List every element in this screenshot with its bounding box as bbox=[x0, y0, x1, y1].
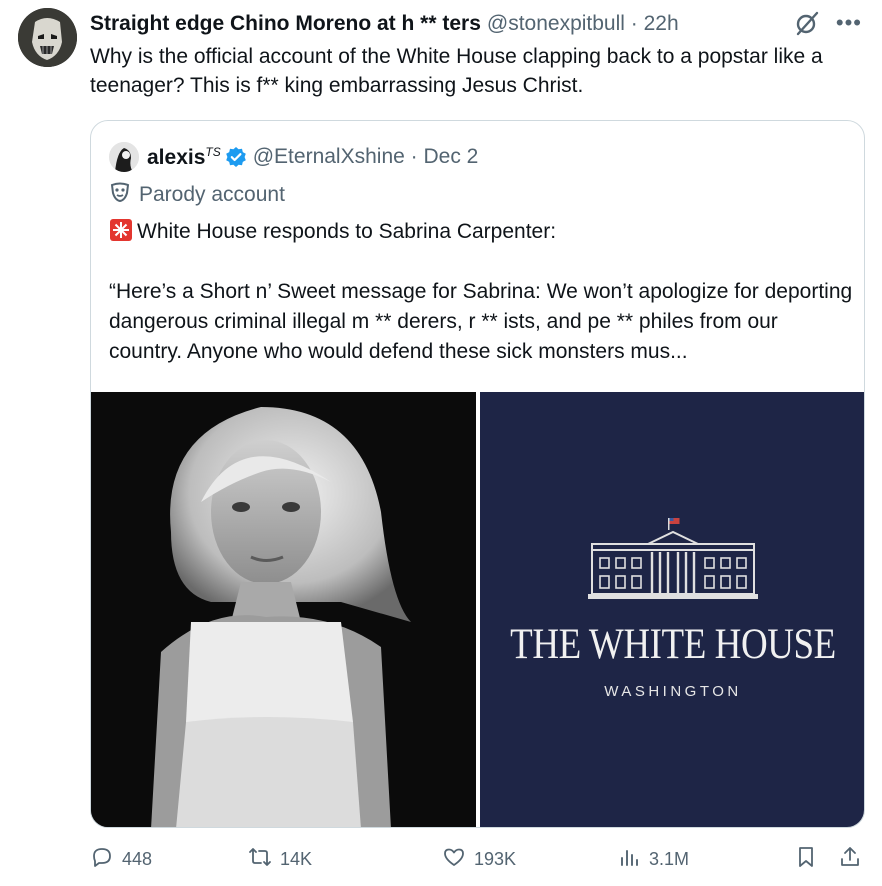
quoted-author-handle[interactable]: @EternalXshine bbox=[253, 145, 405, 169]
quoted-media[interactable]: THE WHITE HOUSE WASHINGTON bbox=[91, 392, 864, 827]
action-bar: 448 14K 193K 3.1M bbox=[90, 842, 865, 876]
reply-icon bbox=[90, 845, 114, 874]
portrait-photo[interactable] bbox=[91, 392, 476, 827]
quoted-line-1: White House responds to Sabrina Carpente… bbox=[109, 217, 854, 247]
bookmark-icon bbox=[794, 845, 818, 874]
like-icon bbox=[442, 845, 466, 874]
like-button[interactable]: 193K bbox=[442, 842, 516, 876]
quoted-post[interactable]: alexisTS @EternalXshine · Dec 2 Parody a… bbox=[90, 120, 865, 828]
post[interactable]: Straight edge Chino Moreno at h ** ters … bbox=[0, 0, 882, 886]
post-time[interactable]: 22h bbox=[644, 12, 679, 36]
parody-mask-icon bbox=[109, 181, 139, 209]
repost-button[interactable]: 14K bbox=[248, 842, 312, 876]
quoted-author-name[interactable]: alexisTS bbox=[147, 145, 221, 170]
author-avatar[interactable] bbox=[18, 8, 77, 67]
separator: · bbox=[630, 12, 638, 35]
share-button[interactable] bbox=[838, 842, 862, 876]
quoted-line-1-text: White House responds to Sabrina Carpente… bbox=[137, 220, 557, 243]
post-text: Why is the official account of the White… bbox=[90, 45, 823, 97]
author-handle[interactable]: @stonexpitbull bbox=[487, 12, 625, 36]
views-button[interactable]: 3.1M bbox=[617, 842, 689, 876]
siren-icon bbox=[109, 218, 133, 242]
quoted-time[interactable]: Dec 2 bbox=[424, 145, 479, 169]
reply-count: 448 bbox=[122, 848, 153, 869]
quoted-text: White House responds to Sabrina Carpente… bbox=[109, 217, 854, 367]
parody-label: Parody account bbox=[109, 181, 285, 209]
views-count: 3.1M bbox=[649, 848, 690, 869]
quoted-name-suffix: TS bbox=[205, 144, 221, 159]
white-house-graphic[interactable]: THE WHITE HOUSE WASHINGTON bbox=[480, 392, 864, 827]
post-header: Straight edge Chino Moreno at h ** ters … bbox=[90, 10, 862, 38]
quoted-line-2: “Here’s a Short n’ Sweet message for Sab… bbox=[109, 280, 853, 363]
white-house-building-icon bbox=[588, 518, 758, 599]
quoted-separator: · bbox=[410, 145, 418, 168]
like-count: 193K bbox=[474, 848, 517, 869]
reply-button[interactable]: 448 bbox=[90, 842, 152, 876]
bookmark-button[interactable] bbox=[794, 842, 818, 876]
parody-text: Parody account bbox=[139, 183, 285, 206]
quoted-header: alexisTS @EternalXshine · Dec 2 bbox=[109, 141, 478, 173]
views-icon bbox=[617, 845, 641, 874]
repost-icon bbox=[248, 845, 272, 874]
verified-badge-icon bbox=[225, 146, 247, 168]
repost-count: 14K bbox=[280, 848, 313, 869]
grok-icon[interactable] bbox=[794, 10, 820, 36]
header-icons: ••• bbox=[794, 10, 862, 36]
quoted-avatar[interactable] bbox=[109, 142, 139, 172]
author-name[interactable]: Straight edge Chino Moreno at h ** ters bbox=[90, 12, 481, 36]
white-house-subtitle: WASHINGTON bbox=[604, 683, 742, 700]
share-icon bbox=[838, 845, 862, 874]
more-icon[interactable]: ••• bbox=[836, 12, 862, 34]
white-house-title: THE WHITE HOUSE bbox=[510, 621, 836, 668]
